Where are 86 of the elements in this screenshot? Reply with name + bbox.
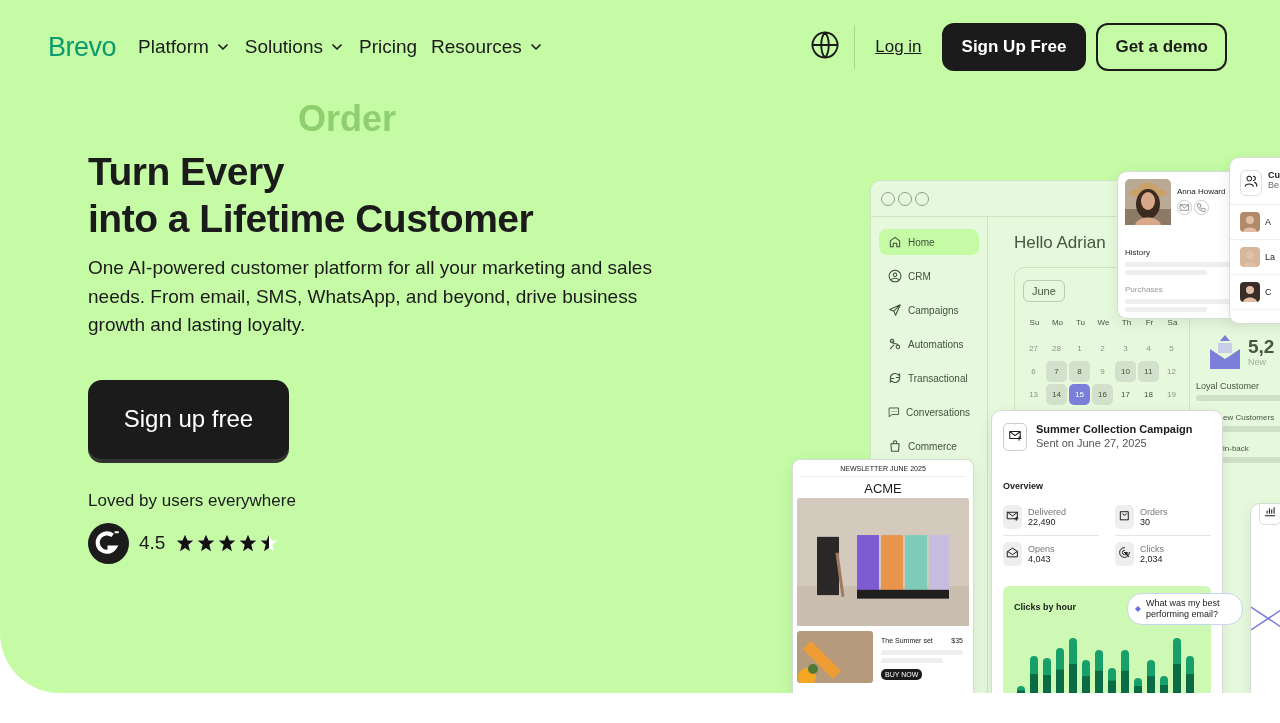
calendar-day[interactable]: 11: [1138, 361, 1159, 382]
weekday-label: Su: [1028, 318, 1041, 329]
weekday-label: Tu: [1074, 318, 1086, 329]
home-icon: [888, 235, 902, 249]
metric-value: 4,043: [1028, 554, 1052, 564]
campaign-title: Summer Collection Campaign: [1036, 423, 1193, 435]
metric-value: 30: [1140, 517, 1151, 527]
calendar-day[interactable]: 17: [1115, 384, 1136, 405]
sidebar-item[interactable]: Conversations: [879, 399, 979, 425]
brand-name: ACME: [863, 481, 903, 496]
sidebar-item[interactable]: CRM: [879, 263, 979, 289]
weekday-label: We: [1096, 318, 1111, 329]
stat-value: 5,2: [1248, 337, 1275, 357]
weekday-label: Fr: [1144, 318, 1155, 329]
metric-label: Clicks: [1140, 544, 1164, 554]
stat-label: New: [1248, 357, 1267, 367]
nav-menu-item[interactable]: Resources: [431, 36, 544, 58]
hero-heading: Turn Every: [88, 149, 284, 195]
avatar: [1240, 282, 1260, 302]
demo-button[interactable]: Get a demo: [1096, 23, 1227, 71]
campaign-date: Sent on June 27, 2025: [1036, 437, 1148, 449]
envelope-icon: [1210, 335, 1240, 369]
sidebar-item[interactable]: Transactional: [879, 365, 979, 391]
avatar: [1240, 212, 1260, 232]
social-proof-text: Loved by users everywhere: [88, 490, 297, 511]
sidebar-item[interactable]: Automations: [879, 331, 979, 357]
nav-menu-item[interactable]: Platform: [138, 36, 231, 58]
nav-menu-item[interactable]: Pricing: [358, 36, 418, 58]
segment-label: in-back: [1222, 444, 1250, 453]
signup-button[interactable]: Sign Up Free: [941, 23, 1087, 71]
chart-icon: [1263, 504, 1277, 518]
sparkle-icon: [1135, 604, 1141, 614]
contact-name: Anna Howard: [1177, 187, 1226, 196]
greeting-heading: Hello Adrian: [1014, 233, 1107, 253]
sidebar-item[interactable]: Home: [879, 229, 979, 255]
calendar-day[interactable]: 8: [1069, 361, 1090, 382]
mail-icon: [1006, 509, 1019, 522]
mail-icon: [1008, 428, 1022, 442]
chart-title: Clicks by hour: [1014, 602, 1076, 612]
hero-heading: into a Lifetime Customer: [88, 196, 534, 242]
customer-name: C: [1265, 287, 1272, 297]
weekday-label: Th: [1120, 318, 1133, 329]
ai-prompt-chip[interactable]: What was my best performing email?: [1127, 593, 1243, 625]
segment-label: ew Customers: [1222, 413, 1276, 422]
section-label: History: [1125, 248, 1151, 257]
metric-label: Delivered: [1028, 507, 1067, 517]
weekday-label: Mo: [1050, 318, 1065, 329]
flow-icon: [888, 337, 902, 351]
customer-name: A: [1265, 217, 1271, 227]
metric-label: Orders: [1140, 507, 1168, 517]
click-icon: [1118, 546, 1131, 559]
customer-name: La: [1265, 252, 1275, 262]
section-heading: Overview: [1003, 481, 1045, 491]
phone-icon: [1194, 200, 1209, 215]
mail-icon: [1006, 546, 1019, 559]
sidebar-item[interactable]: Commerce: [879, 433, 979, 459]
calendar-day[interactable]: 14: [1046, 384, 1067, 405]
calendar-day[interactable]: 16: [1092, 384, 1113, 405]
card-subtitle: Be: [1268, 180, 1280, 190]
calendar-day[interactable]: 18: [1138, 384, 1159, 405]
send-icon: [888, 303, 902, 317]
metric-value: 2,034: [1140, 554, 1164, 564]
box-icon: [1118, 509, 1131, 522]
nav-menu-item[interactable]: Solutions: [244, 36, 345, 58]
login-link[interactable]: Log in: [875, 37, 922, 57]
sidebar-item[interactable]: Campaigns: [879, 297, 979, 323]
rating-value: 4.5: [139, 532, 166, 554]
calendar-day[interactable]: 7: [1046, 361, 1067, 382]
bag-icon: [888, 439, 902, 453]
refresh-icon: [888, 371, 902, 385]
g2-logo-icon: [88, 522, 129, 564]
calendar-day[interactable]: 15: [1069, 384, 1090, 405]
metric-value: 22,490: [1028, 517, 1057, 527]
chat-icon: [888, 405, 901, 419]
month-selector[interactable]: June: [1023, 280, 1065, 302]
metric-label: Opens: [1028, 544, 1055, 554]
users-icon: [1244, 174, 1258, 188]
segment-label: Loyal Customer: [1196, 381, 1261, 391]
user-icon: [888, 269, 902, 283]
weekday-label: Sa: [1166, 318, 1179, 329]
calendar-day[interactable]: 10: [1115, 361, 1136, 382]
card-title: Cu: [1268, 170, 1280, 180]
section-label: Purchases: [1125, 285, 1164, 294]
avatar: [1240, 247, 1260, 267]
globe-icon: [810, 30, 841, 60]
hero-description: One AI-powered customer platform for all your marketing and sales needs. From email, SMS, WhatsApp, and beyond, drive business growth and lasting loyalty.: [88, 256, 653, 337]
